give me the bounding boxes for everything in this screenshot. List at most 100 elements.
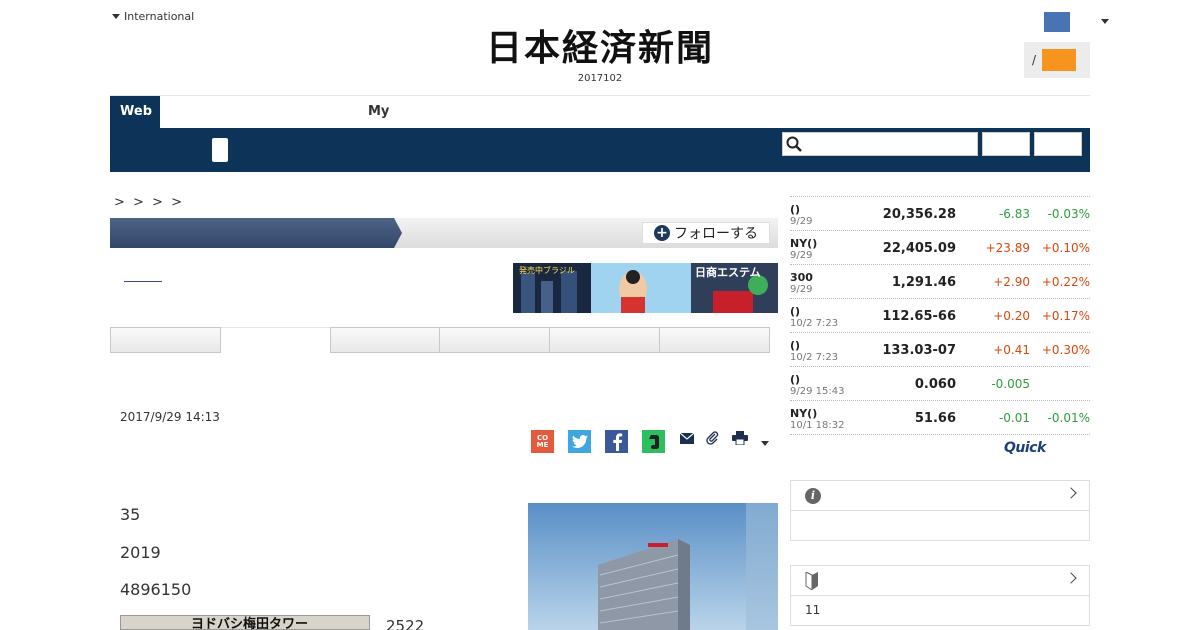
login-box: / (1024, 42, 1090, 78)
caret-down-icon (112, 14, 120, 19)
subtab-1[interactable] (110, 327, 221, 353)
banner-right-text: 日商エステム (695, 265, 761, 279)
market-name: () (790, 305, 801, 318)
article-date: 2017/9/29 14:13 (120, 410, 220, 424)
section-link[interactable] (124, 281, 162, 282)
market-row[interactable]: () 10/2 7:23 112.65-66 +0.20 +0.17% (790, 299, 1090, 333)
beginner-box-header[interactable] (791, 566, 1089, 596)
quick-logo[interactable]: Quick (1004, 440, 1046, 456)
subtab-2-active[interactable] (220, 327, 331, 353)
market-row[interactable]: () 9/29 15:43 0.060 -0.005 (790, 367, 1090, 401)
section-title-tab (110, 218, 402, 248)
market-name: () (790, 373, 801, 386)
building-image (528, 503, 778, 630)
market-price: 20,356.28 (882, 207, 956, 222)
market-name: () (790, 203, 801, 216)
info-box-header[interactable]: i (791, 481, 1089, 511)
signup-button[interactable] (1042, 49, 1077, 71)
nav-menu-item[interactable] (212, 138, 228, 162)
market-pct: -0.03% (1047, 207, 1090, 221)
market-row[interactable]: NY() 10/1 18:32 51.66 -0.01 -0.01% (790, 401, 1090, 435)
site-logo[interactable]: 日本経済新聞 (455, 28, 745, 68)
market-change: -0.005 (991, 377, 1030, 391)
market-time: 9/29 15:43 (790, 386, 845, 397)
map-caption: 2522 (386, 617, 425, 630)
search-input[interactable] (782, 132, 978, 156)
login-separator: / (1032, 53, 1037, 67)
print-icon[interactable] (731, 430, 749, 446)
follow-button[interactable]: + フォローする (642, 222, 770, 244)
market-change: +23.89 (985, 241, 1030, 255)
subtab-5[interactable] (550, 327, 661, 353)
twitter-icon[interactable] (568, 430, 591, 453)
more-share-caret-icon[interactable] (761, 441, 769, 446)
market-name: NY() (790, 237, 818, 250)
market-pct: +0.22% (1041, 275, 1090, 289)
article-photo[interactable] (528, 503, 778, 630)
market-time: 9/29 (790, 250, 813, 261)
market-name: 300 (790, 271, 813, 284)
market-pct: -0.01% (1047, 411, 1090, 425)
market-name: NY() (790, 407, 818, 420)
market-time: 10/2 7:23 (790, 352, 839, 363)
header-date: 2017102 (577, 73, 623, 84)
edition-switcher[interactable]: International (112, 10, 194, 23)
market-time: 10/1 18:32 (790, 420, 845, 431)
market-pct: +0.17% (1041, 309, 1090, 323)
flag-icon[interactable] (1044, 12, 1070, 32)
market-time: 9/29 (790, 216, 813, 227)
comment-share-icon[interactable]: COME (531, 430, 554, 453)
section-subtabs (110, 327, 770, 353)
detail-search-button[interactable] (1034, 132, 1082, 156)
market-change: +0.41 (993, 343, 1030, 357)
caret-down-icon[interactable] (1101, 19, 1109, 24)
banner-ad[interactable]: 発売中ブラジル 日商エステム (513, 263, 778, 313)
market-price: 133.03-07 (882, 343, 956, 358)
market-row[interactable]: () 9/29 20,356.28 -6.83 -0.03% (790, 197, 1090, 231)
market-row[interactable]: () 10/2 7:23 133.03-07 +0.41 +0.30% (790, 333, 1090, 367)
market-change: -6.83 (998, 207, 1030, 221)
market-price: 22,405.09 (882, 241, 956, 256)
plus-circle-icon: + (654, 225, 670, 241)
info-icon: i (805, 488, 821, 504)
market-price: 112.65-66 (882, 309, 956, 324)
edition-label: International (124, 10, 195, 23)
breadcrumb[interactable]: > > > > (114, 195, 184, 210)
follow-label: フォローする (674, 226, 758, 242)
market-change: +2.90 (993, 275, 1030, 289)
market-data-panel: () 9/29 20,356.28 -6.83 -0.03% NY() 9/29… (790, 196, 1090, 435)
mail-icon[interactable] (679, 430, 695, 446)
subtab-6[interactable] (660, 327, 770, 353)
map-label: ヨドバシ梅田タワー (191, 617, 309, 630)
article-paragraph: 2019 (120, 543, 161, 562)
subtab-4[interactable] (440, 327, 551, 353)
market-row[interactable]: NY() 9/29 22,405.09 +23.89 +0.10% (790, 231, 1090, 265)
banner-image: 発売中ブラジル 日商エステム (513, 263, 778, 313)
facebook-icon[interactable] (605, 430, 628, 453)
map-image[interactable]: ヨドバシ梅田タワー (120, 615, 370, 630)
market-row[interactable]: 300 9/29 1,291.46 +2.90 +0.22% (790, 265, 1090, 299)
header-divider (110, 95, 1090, 96)
market-time: 10/2 7:23 (790, 318, 839, 329)
evernote-icon[interactable] (642, 430, 665, 453)
chevron-right-icon (1065, 487, 1077, 499)
subtab-3[interactable] (330, 327, 441, 353)
beginner-mark-icon (805, 572, 818, 590)
tab-web[interactable]: Web (110, 96, 160, 128)
tab-my[interactable]: My (368, 104, 389, 119)
article-paragraph: 4896150 (120, 580, 192, 599)
beginner-box-count: 11 (805, 603, 821, 617)
market-name: () (790, 339, 801, 352)
market-change: -0.01 (998, 411, 1030, 425)
clip-icon[interactable] (705, 430, 721, 446)
search-icon[interactable] (786, 136, 802, 152)
market-price: 0.060 (914, 377, 956, 392)
banner-left-text: 発売中ブラジル (519, 265, 575, 275)
search-button[interactable] (982, 132, 1030, 156)
come-label: COME (536, 433, 549, 449)
beginner-box: 11 (790, 565, 1090, 626)
market-price: 1,291.46 (891, 275, 956, 290)
chevron-right-icon (1065, 572, 1077, 584)
share-toolbar: COME (531, 430, 769, 453)
market-price: 51.66 (914, 411, 956, 426)
